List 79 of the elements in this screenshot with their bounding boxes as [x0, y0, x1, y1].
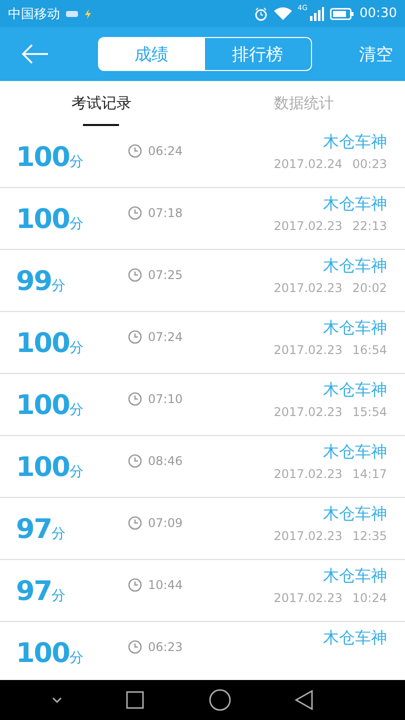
- clock-icon: [128, 640, 142, 654]
- record-time: 14:17: [352, 467, 387, 481]
- user-name: 木仓车神: [323, 132, 387, 153]
- record-time: 20:02: [352, 281, 387, 295]
- user-name: 木仓车神: [323, 504, 387, 525]
- user-name: 木仓车神: [323, 318, 387, 339]
- score-unit: 分: [69, 402, 84, 419]
- user-name: 木仓车神: [323, 194, 387, 215]
- record-date: 2017.02.23: [274, 281, 342, 295]
- duration: 07:25: [148, 268, 183, 282]
- clock-time: 00:30: [360, 6, 397, 21]
- score-unit: 分: [69, 650, 84, 667]
- wifi-icon: [274, 6, 292, 20]
- clock-icon: [128, 330, 142, 344]
- record-time: 10:24: [352, 591, 387, 605]
- back-icon[interactable]: [294, 690, 313, 710]
- home-icon[interactable]: [208, 689, 231, 711]
- score-unit: 分: [69, 216, 84, 233]
- clock-icon: [128, 144, 142, 158]
- duration: 07:24: [148, 330, 183, 344]
- score-value: 100: [16, 638, 70, 669]
- segment-tab[interactable]: 排行榜: [204, 38, 310, 70]
- clock-icon: [128, 516, 142, 530]
- record-date: 2017.02.23: [274, 405, 342, 419]
- record-time: 00:23: [352, 157, 387, 171]
- score-unit: 分: [52, 277, 66, 295]
- clock-icon: [128, 268, 142, 282]
- tab[interactable]: 考试记录: [0, 81, 202, 126]
- duration: 10:44: [148, 578, 183, 592]
- record-time: 22:13: [352, 219, 387, 233]
- score-value: 100: [16, 328, 70, 359]
- back-arrow-icon[interactable]: [20, 43, 50, 65]
- clock-icon: [128, 454, 142, 468]
- clear-button[interactable]: 清空: [359, 42, 393, 66]
- score-unit: 分: [69, 154, 84, 171]
- carrier-name: 中国移动: [8, 6, 60, 22]
- score-unit: 分: [52, 587, 66, 605]
- record-date: 2017.02.23: [274, 219, 342, 233]
- record-date: 2017.02.23: [274, 591, 342, 605]
- score-value: 100: [16, 204, 70, 235]
- battery-icon: [330, 8, 354, 20]
- user-name: 木仓车神: [323, 628, 387, 649]
- sim-icon: [66, 10, 78, 16]
- user-name: 木仓车神: [323, 256, 387, 277]
- duration: 08:46: [148, 454, 183, 468]
- score-unit: 分: [69, 464, 84, 481]
- score-value: 97: [16, 576, 52, 607]
- duration: 06:24: [148, 144, 183, 158]
- bolt-icon: [84, 8, 92, 18]
- score-value: 99: [16, 266, 52, 297]
- score-unit: 分: [69, 340, 84, 357]
- record-time: 15:54: [352, 405, 387, 419]
- duration: 07:09: [148, 516, 183, 530]
- record-date: 2017.02.23: [274, 343, 342, 357]
- score-value: 100: [16, 142, 70, 173]
- score-value: 97: [16, 514, 52, 545]
- record-time: 12:35: [352, 529, 387, 543]
- record-date: 2017.02.24: [274, 157, 342, 171]
- record-time: 16:54: [352, 343, 387, 357]
- record-date: 2017.02.23: [274, 529, 342, 543]
- clock-icon: [128, 578, 142, 592]
- duration: 07:18: [148, 206, 183, 220]
- score-value: 100: [16, 452, 70, 483]
- score-value: 100: [16, 390, 70, 421]
- segment-tab[interactable]: 成绩: [98, 38, 204, 70]
- record-date: 2017.02.23: [274, 467, 342, 481]
- duration: 06:23: [148, 640, 183, 654]
- recents-icon[interactable]: [126, 691, 144, 709]
- duration: 07:10: [148, 392, 183, 406]
- user-name: 木仓车神: [323, 566, 387, 587]
- alarm-icon: [254, 6, 268, 20]
- signal-icon: [310, 6, 324, 20]
- tab[interactable]: 数据统计: [202, 81, 405, 126]
- clock-icon: [128, 392, 142, 406]
- user-name: 木仓车神: [323, 380, 387, 401]
- clock-icon: [128, 206, 142, 220]
- chevron-down-icon[interactable]: [52, 697, 62, 703]
- user-name: 木仓车神: [323, 442, 387, 463]
- score-unit: 分: [52, 525, 66, 543]
